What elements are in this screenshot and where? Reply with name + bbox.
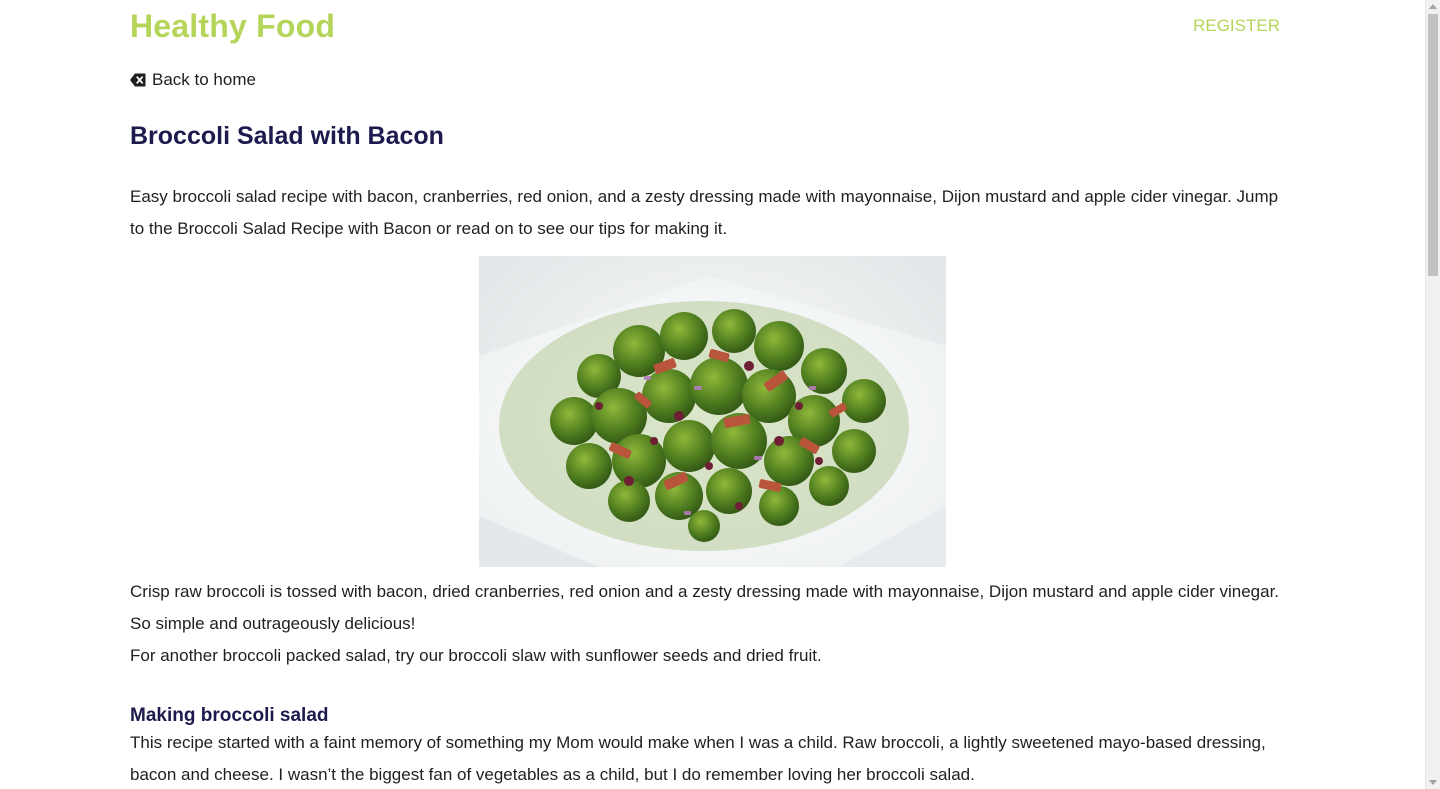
scroll-down-arrow-icon[interactable]	[1429, 780, 1437, 785]
site-logo[interactable]: Healthy Food	[130, 6, 335, 46]
article-title: Broccoli Salad with Bacon	[130, 122, 444, 150]
back-to-home-label: Back to home	[152, 70, 256, 89]
page: Healthy Food REGISTER Back to home Brocc…	[0, 0, 1425, 789]
description-paragraph: Crisp raw broccoli is tossed with bacon,…	[130, 582, 1280, 633]
broccoli-salad-image	[479, 256, 946, 567]
intro-paragraph: Easy broccoli salad recipe with bacon, c…	[130, 187, 1279, 238]
section-paragraph: This recipe started with a faint memory …	[130, 733, 1266, 784]
back-to-home-link[interactable]: Back to home	[130, 69, 256, 91]
vertical-scrollbar[interactable]	[1425, 0, 1440, 789]
broccoli-salad-photo	[479, 256, 946, 567]
section-heading: Making broccoli salad	[130, 705, 329, 726]
main-container: Healthy Food REGISTER Back to home Brocc…	[130, 0, 1295, 784]
broccoli-slaw-paragraph: For another broccoli packed salad, try o…	[130, 646, 822, 665]
site-header: Healthy Food REGISTER	[130, 0, 1295, 56]
scrollbar-thumb[interactable]	[1428, 14, 1438, 276]
scroll-up-arrow-icon[interactable]	[1429, 4, 1437, 9]
register-link[interactable]: REGISTER	[1193, 16, 1280, 36]
backspace-icon	[130, 73, 146, 87]
